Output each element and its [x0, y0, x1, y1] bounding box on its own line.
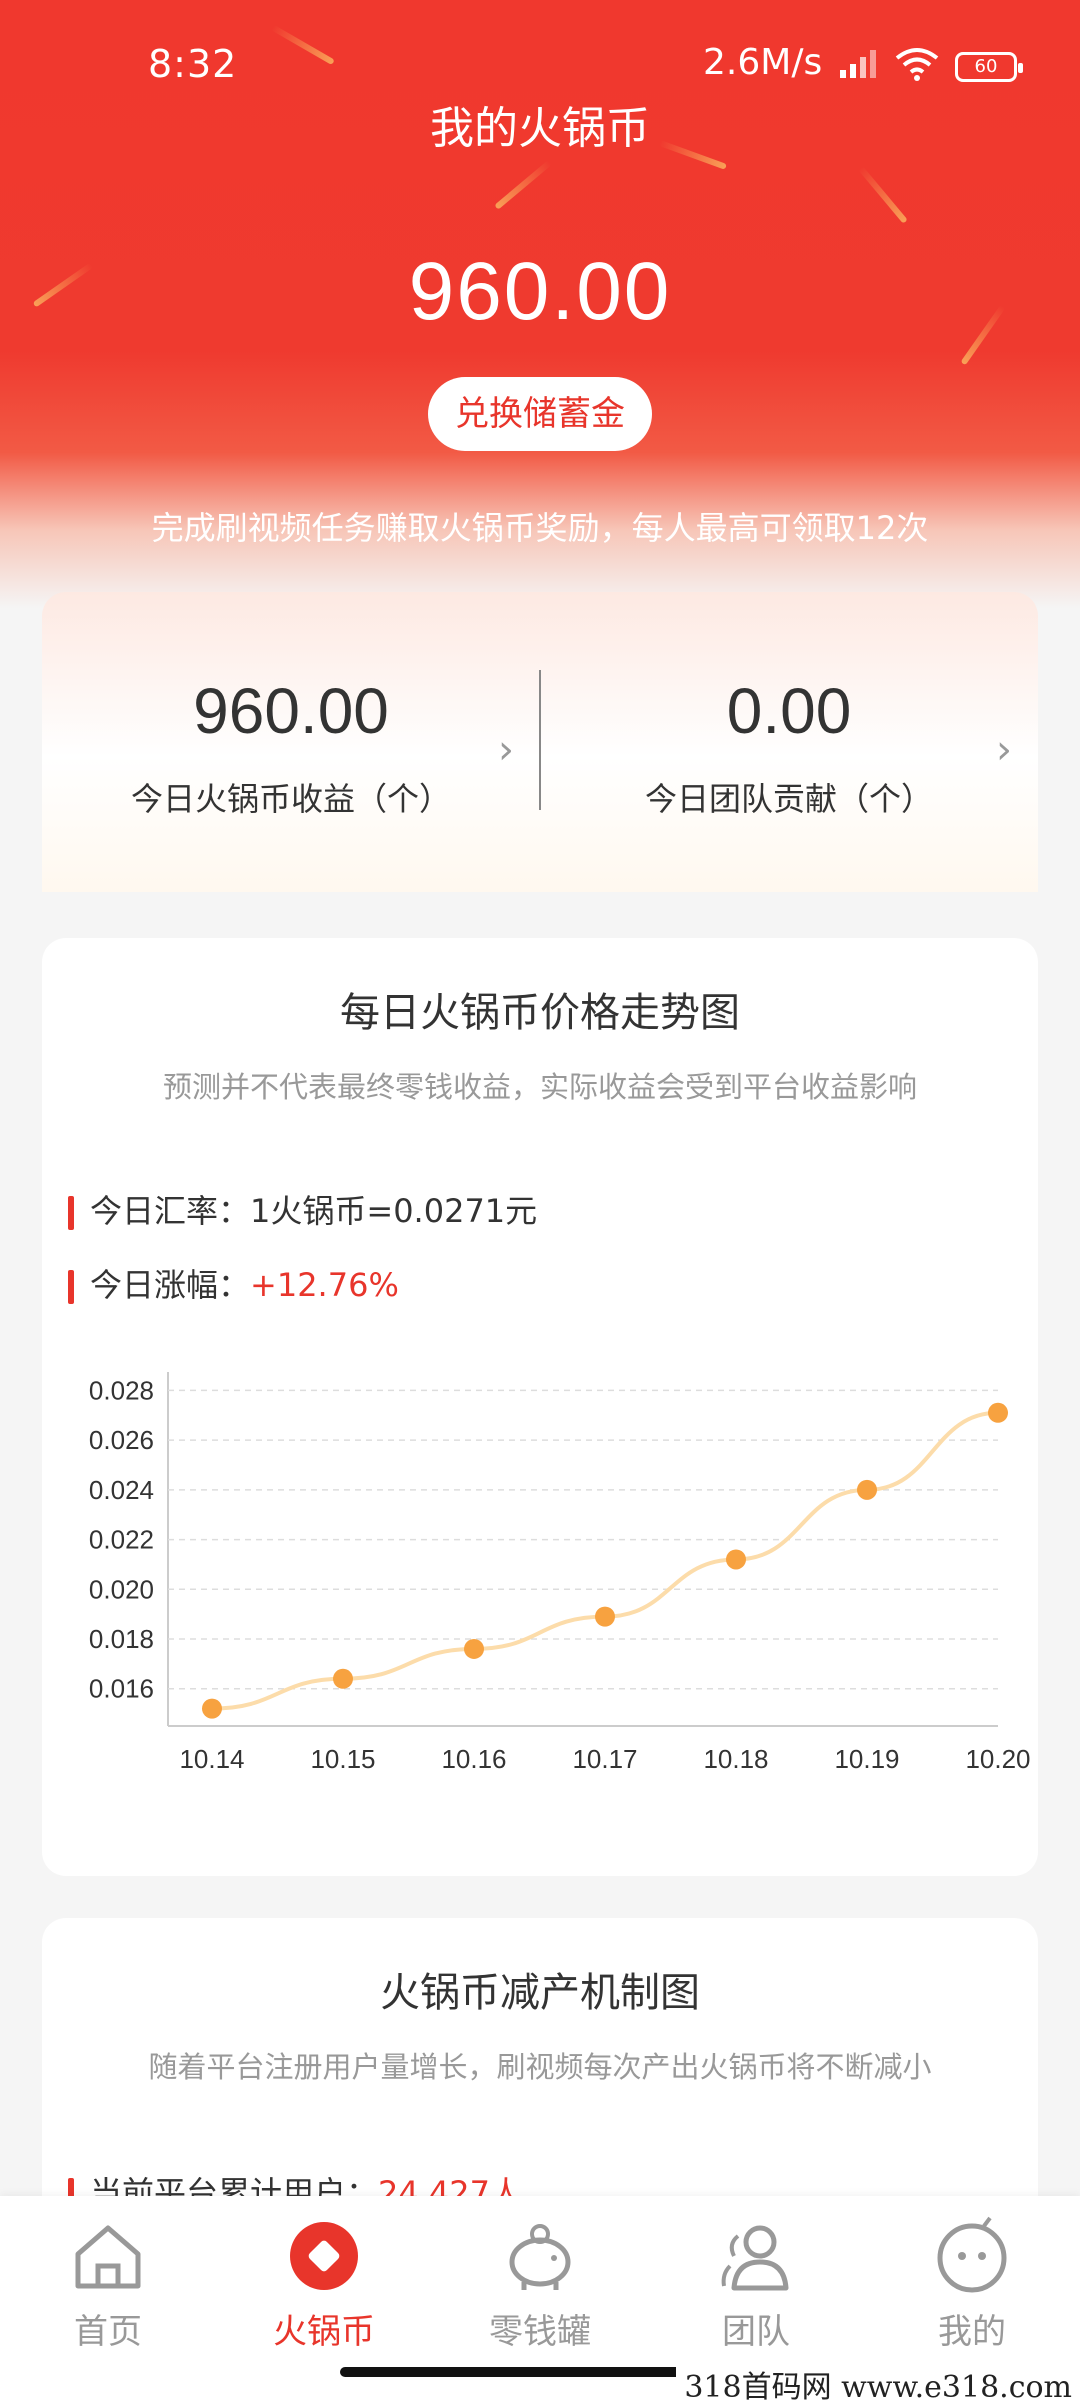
data-point: [726, 1549, 746, 1570]
home-icon: [75, 2225, 141, 2289]
rate-label: 今日汇率：: [90, 1192, 251, 1230]
row-marker: [68, 1270, 74, 1304]
tab-piggy-bank[interactable]: 零钱罐: [432, 2196, 648, 2366]
data-point: [464, 1638, 484, 1659]
exchange-savings-button[interactable]: 兑换储蓄金: [428, 377, 652, 451]
team-contribution-value: 0.00: [726, 675, 852, 747]
tab-label: 首页: [74, 2312, 142, 2352]
change-value: +12.76%: [250, 1266, 399, 1304]
tab-label: 火锅币: [273, 2312, 375, 2352]
sparkle-decoration: [494, 160, 552, 210]
x-tick-label: 10.18: [703, 1744, 768, 1774]
coin-icon: [290, 2222, 358, 2290]
data-point: [857, 1479, 877, 1500]
y-tick-label: 0.016: [89, 1674, 154, 1704]
profile-icon: [937, 2216, 1007, 2293]
data-point: [333, 1668, 353, 1689]
stats-card: 960.00 今日火锅币收益（个） › 0.00 今日团队贡献（个） ›: [42, 592, 1038, 892]
y-tick-label: 0.020: [89, 1574, 154, 1604]
today-income-stat[interactable]: 960.00 今日火锅币收益（个） ›: [42, 592, 540, 892]
wifi-icon: [895, 48, 939, 81]
chevron-right-icon: ›: [498, 727, 514, 773]
tab-label: 我的: [938, 2312, 1006, 2352]
battery-icon: 60: [955, 52, 1023, 82]
y-tick-label: 0.026: [89, 1425, 154, 1455]
today-income-label: 今日火锅币收益（个）: [130, 780, 451, 818]
tab-home[interactable]: 首页: [0, 2196, 216, 2366]
piggy-bank-icon: [509, 2224, 571, 2290]
tab-team[interactable]: 团队: [648, 2196, 864, 2366]
x-tick-label: 10.15: [310, 1744, 375, 1774]
today-income-value: 960.00: [193, 675, 389, 747]
tab-label: 团队: [722, 2312, 790, 2352]
price-change-row: 今日涨幅：+12.76%: [68, 1260, 399, 1306]
data-point: [988, 1402, 1008, 1423]
team-icon: [721, 2225, 789, 2291]
tab-profile[interactable]: 我的: [864, 2196, 1080, 2366]
rate-value: 1火锅币=0.0271元: [250, 1192, 538, 1230]
x-tick-label: 10.14: [179, 1744, 244, 1774]
x-tick-label: 10.19: [834, 1744, 899, 1774]
page-title: 我的火锅币: [430, 103, 650, 154]
signal-icon: [840, 50, 876, 78]
y-tick-label: 0.022: [89, 1525, 154, 1555]
price-line-chart: 0.016 0.018 0.020 0.022 0.024 0.026 0.028 10.14…: [89, 1372, 1031, 1774]
x-tick-label: 10.16: [441, 1744, 506, 1774]
battery-level: 60: [974, 56, 998, 77]
series-line: [211, 1410, 999, 1711]
sparkle-decoration: [858, 166, 908, 224]
x-tick-label: 10.17: [572, 1744, 637, 1774]
task-notice: 完成刷视频任务赚取火锅币奖励，每人最高可领取12次: [151, 509, 929, 547]
price-card-title: 每日火锅币价格走势图: [340, 990, 740, 1036]
y-tick-label: 0.018: [89, 1624, 154, 1654]
data-point: [202, 1698, 222, 1719]
team-contribution-stat[interactable]: 0.00 今日团队贡献（个） ›: [540, 592, 1038, 892]
change-label: 今日涨幅：: [90, 1266, 251, 1304]
price-card-subtitle: 预测并不代表最终零钱收益，实际收益会受到平台收益影响: [162, 1070, 917, 1104]
data-point: [595, 1606, 615, 1627]
tab-coin[interactable]: 火锅币: [216, 2196, 432, 2366]
price-trend-card: 每日火锅币价格走势图 预测并不代表最终零钱收益，实际收益会受到平台收益影响 今日…: [42, 938, 1038, 1876]
watermark: 318首码网 www.e318.com: [676, 2362, 1080, 2400]
chevron-right-icon: ›: [996, 727, 1012, 773]
reduction-card-subtitle: 随着平台注册用户量增长，刷视频每次产出火锅币将不断减小: [148, 2050, 932, 2084]
row-marker: [68, 1196, 74, 1230]
tab-label: 零钱罐: [489, 2312, 591, 2352]
y-tick-label: 0.028: [89, 1375, 154, 1405]
coin-balance: 960.00: [408, 246, 672, 337]
network-speed: 2.6M/s: [703, 42, 823, 83]
status-time: 8:32: [148, 42, 238, 86]
x-tick-label: 10.20: [965, 1744, 1030, 1774]
exchange-rate-row: 今日汇率：1火锅币=0.0271元: [68, 1186, 537, 1232]
y-tick-label: 0.024: [89, 1475, 154, 1505]
reduction-card-title: 火锅币减产机制图: [380, 1970, 700, 2016]
team-contribution-label: 今日团队贡献（个）: [644, 780, 933, 818]
